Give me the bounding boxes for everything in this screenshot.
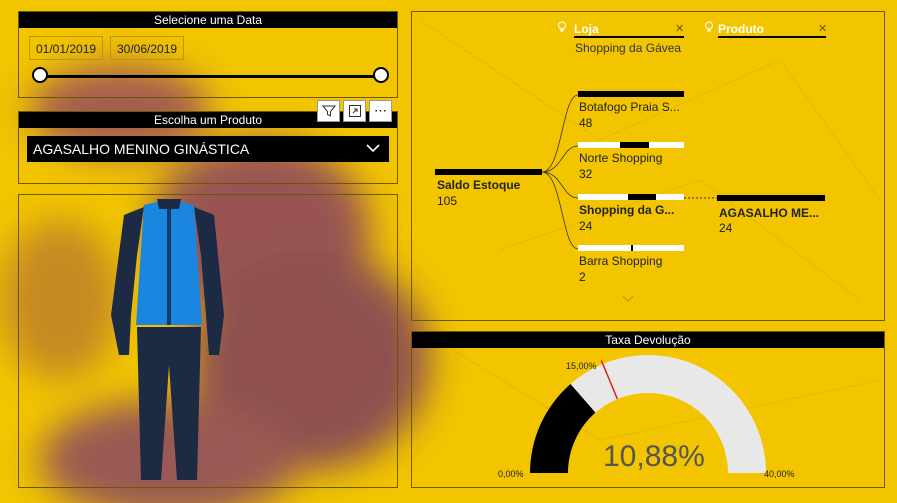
- decomposition-tree-panel: Loja ✕ Shopping da Gávea Produto ✕ Saldo…: [411, 11, 885, 321]
- product-dropdown[interactable]: AGASALHO MENINO GINÁSTICA: [27, 136, 389, 162]
- date-slicer-panel: Selecione uma Data 01/01/2019 30/06/2019: [18, 11, 398, 98]
- store-node-name: Barra Shopping: [579, 254, 663, 268]
- chevron-down-icon[interactable]: [622, 295, 634, 303]
- end-date-slider-handle[interactable]: [373, 67, 389, 83]
- product-node-name: AGASALHO ME...: [719, 206, 820, 220]
- store-node-name: Norte Shopping: [579, 151, 663, 165]
- product-node-bar[interactable]: [717, 195, 825, 201]
- store-node-bar-fill: [631, 245, 634, 251]
- store-node-value: 2: [579, 270, 586, 284]
- focus-mode-icon[interactable]: [343, 100, 366, 122]
- gauge-min-label: 0,00%: [498, 469, 524, 479]
- start-date-slider-handle[interactable]: [32, 67, 48, 83]
- tracksuit-image: [111, 199, 224, 480]
- date-slicer-title: Selecione uma Data: [19, 12, 397, 28]
- store-node-bar-fill: [627, 194, 657, 200]
- store-node-bar[interactable]: [578, 91, 684, 97]
- date-range-slider-track[interactable]: [41, 75, 381, 78]
- end-date-input[interactable]: 30/06/2019: [110, 36, 185, 60]
- gauge-panel: Taxa Devolução 15,00% 0,00% 40,00% 10,88…: [411, 331, 885, 488]
- store-node-bar-fill: [578, 91, 684, 97]
- store-node-value: 32: [579, 167, 593, 181]
- product-node-value: 24: [719, 221, 733, 235]
- store-node-value: 24: [579, 219, 593, 233]
- product-image-panel: [18, 194, 398, 488]
- tree-connectors: [541, 94, 717, 250]
- store-node-bar[interactable]: [578, 245, 684, 251]
- visual-header-toolbar: ⋯: [317, 100, 392, 122]
- gauge-max-label: 40,00%: [764, 469, 795, 479]
- filter-icon[interactable]: [317, 100, 340, 122]
- store-node-bar[interactable]: [578, 194, 684, 200]
- gauge-value-label: 10,88%: [603, 440, 705, 473]
- root-node-bar[interactable]: [435, 169, 542, 175]
- root-node-name: Saldo Estoque: [437, 178, 521, 192]
- product-dropdown-value: AGASALHO MENINO GINÁSTICA: [33, 141, 250, 157]
- gauge-target-label: 15,00%: [566, 361, 597, 371]
- chevron-down-icon: [366, 144, 380, 153]
- store-node-name: Botafogo Praia S...: [579, 100, 680, 114]
- store-node-bar[interactable]: [578, 142, 684, 148]
- more-options-icon[interactable]: ⋯: [369, 100, 392, 122]
- root-node-value: 105: [437, 194, 458, 208]
- start-date-input[interactable]: 01/01/2019: [29, 36, 104, 60]
- store-node-name: Shopping da G...: [579, 203, 675, 217]
- store-node-value: 48: [579, 116, 593, 130]
- store-node-bar-fill: [620, 142, 649, 148]
